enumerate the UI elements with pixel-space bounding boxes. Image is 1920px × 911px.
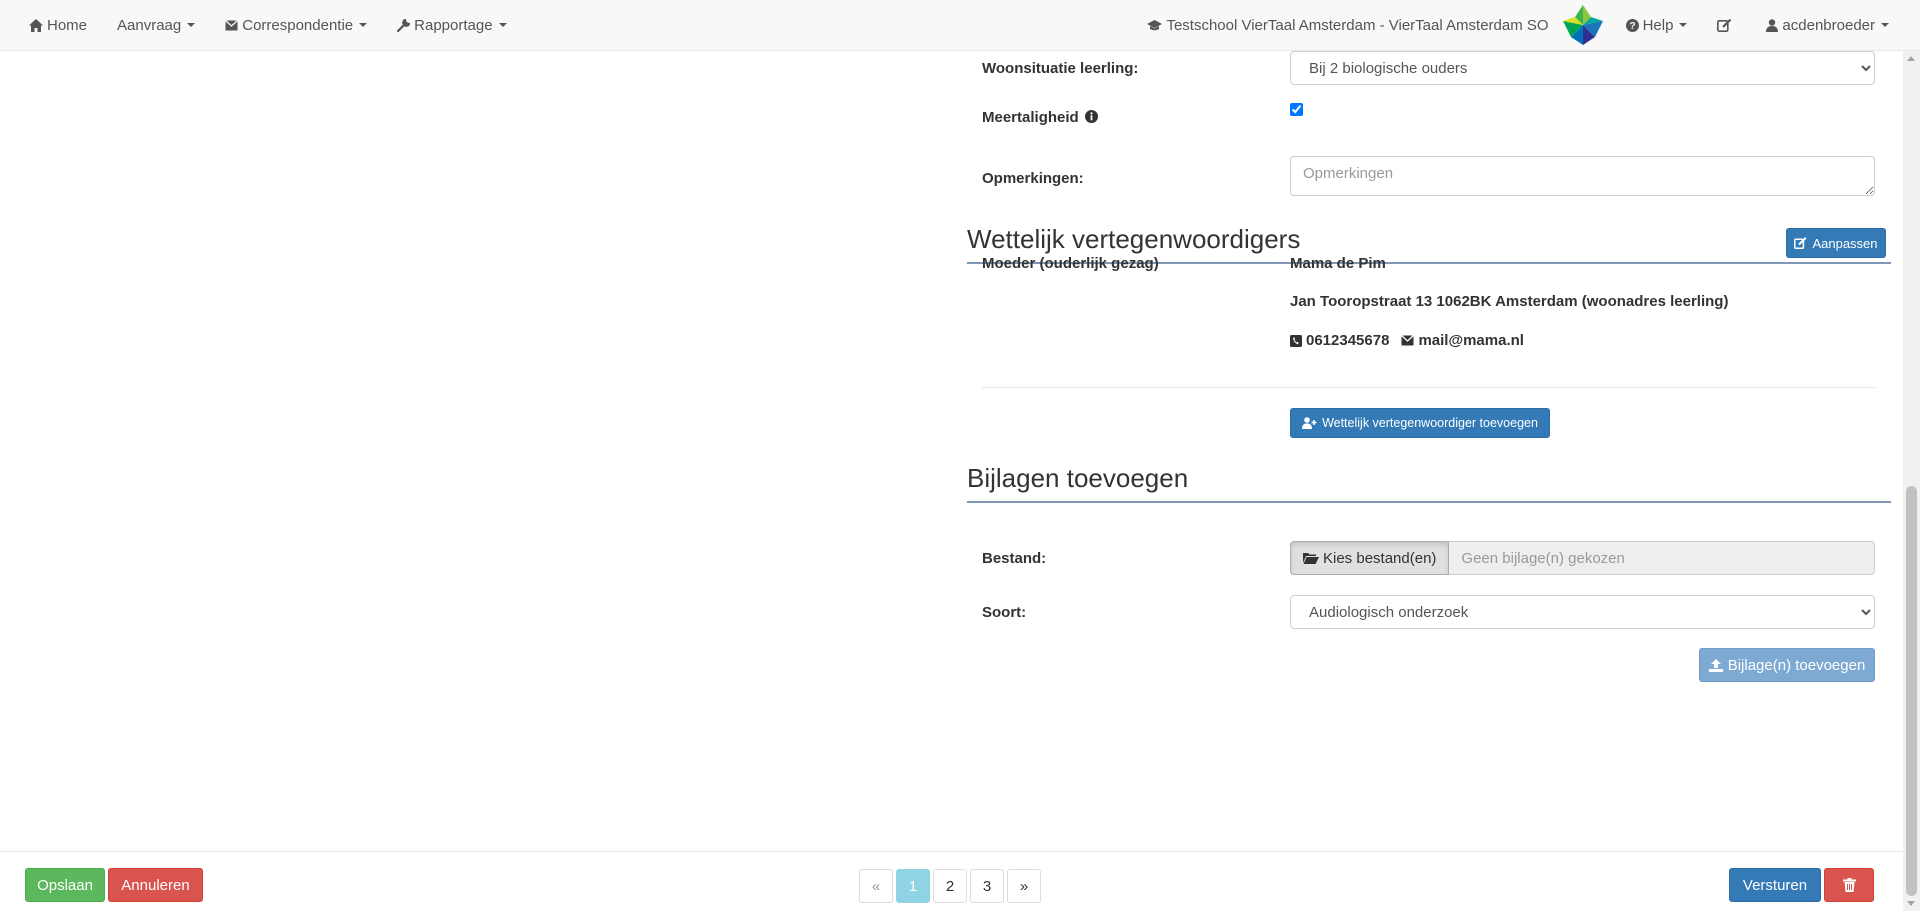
envelope-icon bbox=[225, 19, 239, 31]
add-vertegenwoordiger-label: Wettelijk vertegenwoordiger toevoegen bbox=[1322, 416, 1538, 430]
upload-icon bbox=[1708, 658, 1723, 672]
svg-text:?: ? bbox=[1629, 21, 1635, 32]
page-prev[interactable]: « bbox=[859, 869, 893, 903]
vertegenwoordiger-name: Mama de Pim bbox=[1290, 255, 1386, 272]
page-1[interactable]: 1 bbox=[896, 869, 930, 903]
caret-down-icon bbox=[1881, 23, 1889, 27]
no-file-text: Geen bijlage(n) gekozen bbox=[1449, 541, 1875, 575]
envelope-icon bbox=[1401, 335, 1415, 346]
edit-icon bbox=[1794, 237, 1807, 249]
school-selector[interactable]: Testschool VierTaal Amsterdam - VierTaal… bbox=[1132, 0, 1554, 50]
nav-aanvraag-label: Aanvraag bbox=[117, 16, 182, 34]
email-value: mail@mama.nl bbox=[1418, 332, 1524, 349]
phone-icon bbox=[1290, 334, 1302, 347]
footer-bar: Opslaan Annuleren « 1 2 3 » Versturen bbox=[0, 851, 1903, 911]
nav-home-label: Home bbox=[47, 16, 88, 34]
nav-user-label: acdenbroeder bbox=[1782, 16, 1875, 34]
woonsituatie-select[interactable]: Bij 2 biologische ouders bbox=[1290, 51, 1875, 85]
caret-down-icon bbox=[187, 23, 196, 27]
soort-row: Soort: Audiologisch onderzoek bbox=[982, 595, 1875, 629]
bijlagen-section-title: Bijlagen toevoegen bbox=[967, 457, 1891, 503]
woonsituatie-field: Bij 2 biologische ouders bbox=[1290, 51, 1875, 85]
page-3[interactable]: 3 bbox=[970, 869, 1004, 903]
trash-icon bbox=[1842, 878, 1856, 892]
save-button[interactable]: Opslaan bbox=[25, 868, 105, 902]
user-plus-icon bbox=[1302, 417, 1317, 429]
aanpassen-button[interactable]: Aanpassen bbox=[1786, 228, 1886, 258]
send-button[interactable]: Versturen bbox=[1729, 868, 1821, 902]
scroll-up-arrow-icon[interactable] bbox=[1907, 56, 1915, 61]
file-input-group: Kies bestand(en) Geen bijlage(n) gekozen bbox=[1290, 541, 1875, 575]
upload-bijlagen-label: Bijlage(n) toevoegen bbox=[1727, 656, 1866, 674]
bijlagen-title: Bijlagen toevoegen bbox=[967, 463, 1189, 493]
caret-down-icon bbox=[498, 23, 507, 27]
scroll-thumb[interactable] bbox=[1906, 486, 1917, 896]
viertaal-logo bbox=[1561, 3, 1605, 47]
nav-rapportage[interactable]: Rapportage bbox=[382, 0, 521, 50]
choose-file-button[interactable]: Kies bestand(en) bbox=[1290, 541, 1450, 575]
top-navbar: Home Aanvraag Correspondentie Rapportage bbox=[0, 0, 1920, 51]
bestand-label: Bestand: bbox=[982, 549, 1047, 567]
vertegenwoordiger-contact: 0612345678 mail@mama.nl bbox=[1290, 332, 1524, 349]
woonsituatie-label: Woonsituatie leerling: bbox=[982, 59, 1139, 77]
send-label: Versturen bbox=[1742, 876, 1808, 894]
woonsituatie-row: Woonsituatie leerling: Bij 2 biologische… bbox=[982, 51, 1875, 85]
nav-rapportage-label: Rapportage bbox=[414, 16, 493, 34]
page-2[interactable]: 2 bbox=[933, 869, 967, 903]
wrench-icon bbox=[397, 18, 411, 32]
user-icon bbox=[1766, 18, 1779, 32]
choose-file-label: Kies bestand(en) bbox=[1323, 549, 1437, 567]
page-scrollbar[interactable] bbox=[1903, 51, 1920, 911]
nav-left: Home Aanvraag Correspondentie Rapportage bbox=[0, 0, 522, 50]
meertaligheid-checkbox[interactable] bbox=[1290, 102, 1303, 116]
add-vertegenwoordiger-button[interactable]: Wettelijk vertegenwoordiger toevoegen bbox=[1290, 408, 1550, 438]
caret-down-icon bbox=[359, 23, 368, 27]
opmerkingen-textarea[interactable] bbox=[1290, 156, 1875, 196]
nav-right: Testschool VierTaal Amsterdam - VierTaal… bbox=[1132, 0, 1920, 50]
question-circle-icon: ? bbox=[1625, 18, 1639, 32]
nav-help[interactable]: ? Help bbox=[1611, 0, 1703, 50]
divider bbox=[982, 387, 1875, 388]
cancel-button[interactable]: Annuleren bbox=[108, 868, 203, 902]
nav-aanvraag[interactable]: Aanvraag bbox=[102, 0, 210, 50]
nav-edit[interactable] bbox=[1702, 0, 1751, 50]
soort-label: Soort: bbox=[982, 603, 1027, 621]
nav-correspondentie-label: Correspondentie bbox=[242, 16, 354, 34]
meertaligheid-label: Meertaligheid bbox=[982, 108, 1079, 126]
school-icon bbox=[1147, 19, 1163, 31]
home-icon bbox=[29, 18, 43, 32]
meertaligheid-label-wrap: Meertaligheid bbox=[982, 109, 1290, 126]
nav-home[interactable]: Home bbox=[29, 0, 102, 50]
page-next[interactable]: » bbox=[1007, 869, 1041, 903]
folder-open-icon bbox=[1303, 552, 1319, 564]
soort-select[interactable]: Audiologisch onderzoek bbox=[1290, 595, 1875, 629]
pagination: « 1 2 3 » bbox=[859, 869, 1044, 903]
delete-button[interactable] bbox=[1824, 868, 1874, 902]
vertegenwoordiger-role: Moeder (ouderlijk gezag) bbox=[982, 255, 1159, 272]
opmerkingen-field bbox=[1290, 156, 1875, 200]
nav-correspondentie[interactable]: Correspondentie bbox=[210, 0, 382, 50]
scroll-down-arrow-icon[interactable] bbox=[1907, 901, 1915, 906]
soort-field: Audiologisch onderzoek bbox=[1290, 595, 1875, 629]
edit-icon bbox=[1717, 18, 1732, 32]
main-content: Woonsituatie leerling: Bij 2 biologische… bbox=[0, 51, 1903, 851]
nav-help-label: Help bbox=[1642, 16, 1674, 34]
cancel-label: Annuleren bbox=[121, 876, 190, 894]
school-name: Testschool VierTaal Amsterdam - VierTaal… bbox=[1166, 16, 1549, 34]
meertaligheid-row: Meertaligheid bbox=[982, 102, 1875, 127]
meertaligheid-field bbox=[1290, 102, 1875, 126]
phone-value: 0612345678 bbox=[1306, 332, 1390, 349]
opmerkingen-label: Opmerkingen: bbox=[982, 169, 1084, 187]
bestand-field: Kies bestand(en) Geen bijlage(n) gekozen bbox=[1290, 541, 1875, 575]
caret-down-icon bbox=[1679, 23, 1688, 27]
save-label: Opslaan bbox=[37, 876, 93, 894]
vertegenwoordiger-address: Jan Tooropstraat 13 1062BK Amsterdam (wo… bbox=[1290, 293, 1729, 310]
info-circle-icon[interactable] bbox=[1084, 109, 1098, 123]
aanpassen-label: Aanpassen bbox=[1812, 235, 1878, 251]
nav-user[interactable]: acdenbroeder bbox=[1751, 0, 1904, 50]
upload-bijlagen-button[interactable]: Bijlage(n) toevoegen bbox=[1699, 648, 1875, 682]
bestand-row: Bestand: Kies bestand(en) Geen bijlage(n… bbox=[982, 541, 1875, 575]
vertegenwoordigers-title: Wettelijk vertegenwoordigers bbox=[967, 224, 1301, 254]
opmerkingen-row: Opmerkingen: bbox=[982, 156, 1875, 200]
